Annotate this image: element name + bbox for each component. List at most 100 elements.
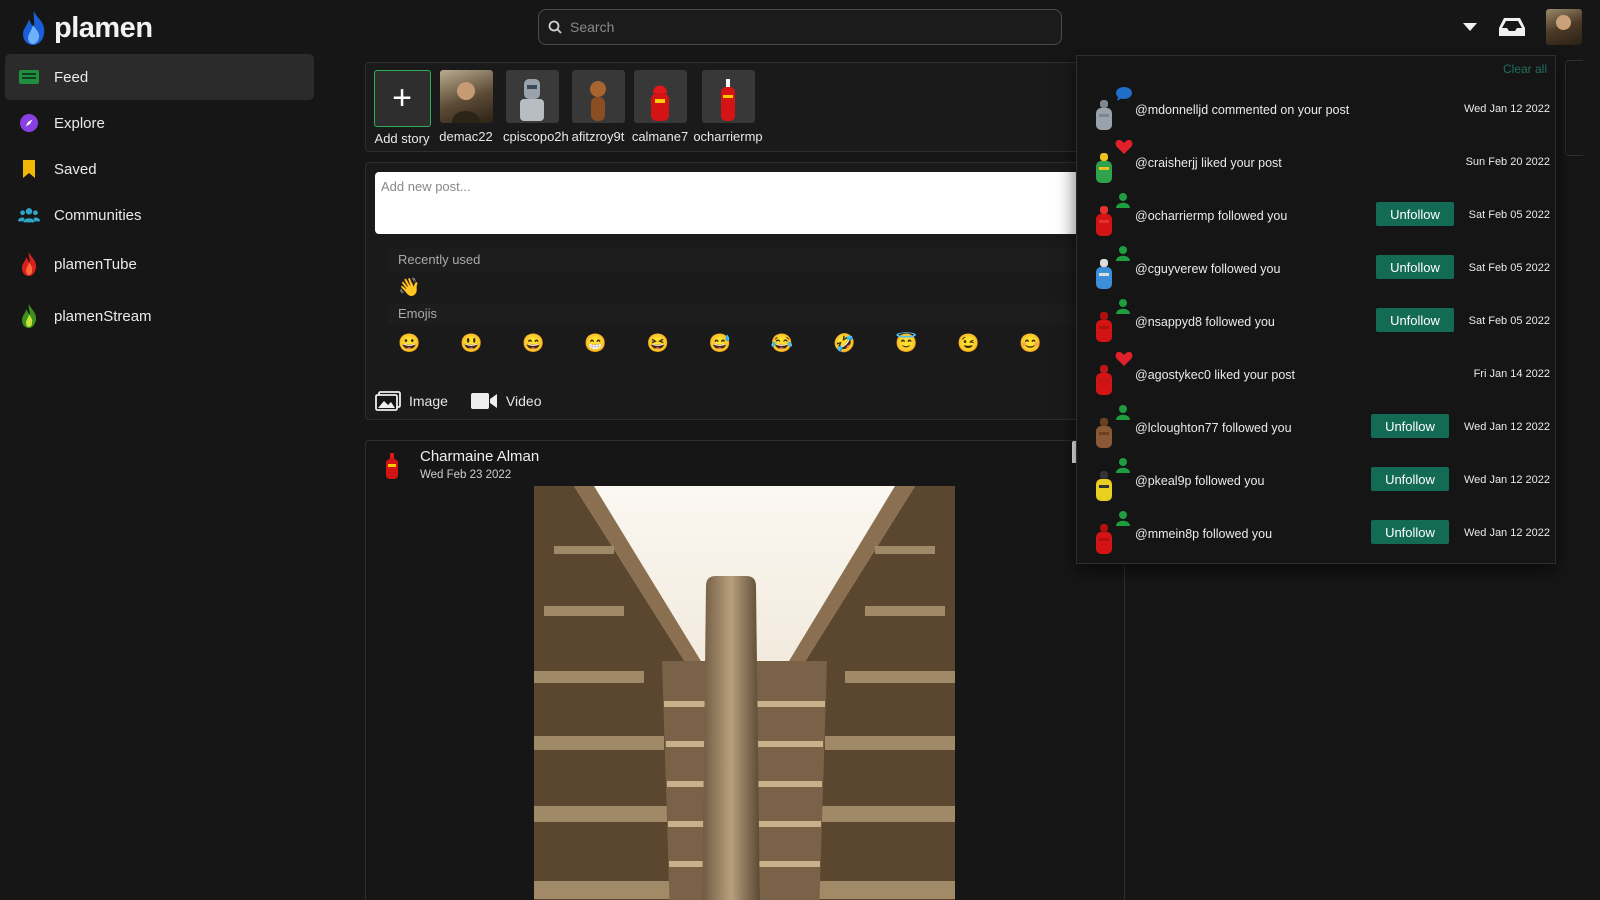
notification-item[interactable]: @agostykec0 liked your post Fri Jan 14 20… (1077, 349, 1555, 403)
story-label: cpiscopo2h (503, 129, 569, 144)
red-flame-icon (18, 252, 40, 276)
notification-item[interactable]: @mmein8p followed you Unfollow Wed Jan 12 … (1077, 508, 1555, 562)
right-panel-edge (1565, 60, 1583, 156)
sidebar-item-feed[interactable]: Feed (5, 54, 314, 100)
notification-item[interactable]: @craisherjj liked your post Sun Feb 20 20… (1077, 137, 1555, 191)
recently-used-heading: Recently used (388, 249, 1108, 271)
inbox-icon[interactable] (1498, 16, 1526, 38)
notification-avatar[interactable] (1091, 310, 1117, 344)
plus-icon: + (373, 70, 431, 127)
notification-item[interactable]: @nsappyd8 followed you Unfollow Sat Feb 05… (1077, 296, 1555, 350)
story-item[interactable]: demac22 (437, 70, 495, 144)
image-icon (375, 391, 401, 411)
heart-icon (1115, 139, 1133, 157)
emoji-button[interactable]: 😆 (647, 333, 669, 354)
story-item[interactable]: cpiscopo2h (503, 70, 569, 144)
emoji-button[interactable]: 😃 (460, 333, 482, 354)
add-image-button[interactable]: Image (375, 391, 448, 411)
notification-date: Wed Jan 12 2022 (1463, 527, 1550, 539)
add-story-button[interactable]: + Add story (371, 70, 433, 146)
add-video-button[interactable]: Video (470, 392, 541, 410)
sidebar-item-saved[interactable]: Saved (5, 146, 314, 192)
story-avatar (505, 70, 559, 123)
notification-avatar[interactable] (1091, 151, 1117, 185)
notification-avatar[interactable] (1091, 469, 1117, 503)
app-logo[interactable]: plamen (20, 6, 153, 50)
notification-date: Sat Feb 05 2022 (1468, 315, 1550, 327)
story-item[interactable]: ocharriermp (693, 70, 763, 144)
notification-item[interactable]: @mdonnelljd commented on your post Wed Ja… (1077, 84, 1555, 138)
post-date: Wed Feb 23 2022 (420, 469, 512, 481)
new-post-placeholder: Add new post... (381, 179, 471, 194)
notification-item[interactable]: @pkeal9p followed you Unfollow Wed Jan 12 … (1077, 455, 1555, 509)
unfollow-button[interactable]: Unfollow (1371, 520, 1449, 544)
user-avatar[interactable] (1546, 9, 1582, 45)
sidebar-item-communities[interactable]: Communities (5, 192, 314, 238)
follow-user-icon (1115, 192, 1133, 210)
feed-icon (18, 66, 40, 88)
story-avatar (571, 70, 625, 123)
notification-avatar[interactable] (1091, 522, 1117, 556)
chevron-down-icon[interactable] (1462, 22, 1478, 32)
post-author[interactable]: Charmaine Alman (420, 448, 539, 465)
communities-icon (18, 204, 40, 226)
notification-text: @agostykec0 liked your post (1135, 368, 1295, 382)
sidebar-item-label: Feed (54, 68, 89, 86)
follow-user-icon (1115, 298, 1133, 316)
sidebar-item-label: plamenTube (54, 255, 137, 273)
notification-date: Sat Feb 05 2022 (1468, 209, 1550, 221)
notification-item[interactable]: @cguyverew followed you Unfollow Sat Feb 0… (1077, 243, 1555, 297)
unfollow-button[interactable]: Unfollow (1376, 202, 1454, 226)
new-post-composer: Add new post... Recently used 👋 Emojis 😀… (365, 162, 1125, 420)
sidebar-item-plamentube[interactable]: plamenTube (5, 238, 314, 290)
emoji-button[interactable]: 😀 (398, 333, 420, 354)
follow-user-icon (1115, 245, 1133, 263)
unfollow-button[interactable]: Unfollow (1371, 414, 1449, 438)
unfollow-button[interactable]: Unfollow (1376, 308, 1454, 332)
emoji-button[interactable]: 👋 (398, 277, 420, 298)
post-image[interactable] (534, 486, 955, 900)
unfollow-button[interactable]: Unfollow (1376, 255, 1454, 279)
bookmark-icon (18, 158, 40, 180)
notification-item[interactable]: @lcloughton77 followed you Unfollow Wed Ja… (1077, 402, 1555, 456)
emoji-button[interactable]: 🤣 (833, 333, 855, 354)
clear-all-link[interactable]: Clear all (1503, 62, 1547, 76)
story-label: demac22 (439, 129, 493, 144)
story-label: Add story (374, 131, 430, 146)
emoji-button[interactable]: 😄 (522, 333, 544, 354)
video-icon (470, 393, 497, 409)
notification-text: @mmein8p followed you (1135, 527, 1273, 541)
notification-avatar[interactable] (1091, 98, 1117, 132)
search-box[interactable] (538, 9, 1062, 45)
notification-date: Sat Feb 05 2022 (1468, 262, 1550, 274)
notification-text: @mdonnelljd commented on your post (1135, 103, 1350, 117)
emoji-button[interactable]: 😂 (771, 333, 793, 354)
follow-user-icon (1115, 404, 1133, 422)
story-label: afitzroy9t (571, 129, 625, 144)
notification-text: @ocharriermp followed you (1135, 209, 1288, 223)
emoji-button[interactable]: 😁 (584, 333, 606, 354)
notification-text: @nsappyd8 followed you (1135, 315, 1275, 329)
emoji-button[interactable]: 😉 (957, 333, 979, 354)
search-input[interactable] (570, 19, 1030, 35)
sidebar-item-plamenstream[interactable]: plamenStream (5, 290, 314, 342)
story-item[interactable]: calmane7 (631, 70, 689, 144)
emoji-button[interactable]: 😇 (895, 333, 917, 354)
notification-avatar[interactable] (1091, 416, 1117, 450)
unfollow-button[interactable]: Unfollow (1371, 467, 1449, 491)
notification-date: Wed Jan 12 2022 (1463, 421, 1550, 433)
emoji-button[interactable]: 😅 (709, 333, 731, 354)
notification-avatar[interactable] (1091, 204, 1117, 238)
story-item[interactable]: afitzroy9t (569, 70, 627, 144)
notification-avatar[interactable] (1091, 257, 1117, 291)
new-post-input[interactable]: Add new post... (375, 172, 1115, 234)
follow-user-icon (1115, 457, 1133, 475)
sidebar-item-explore[interactable]: Explore (5, 100, 314, 146)
notification-item[interactable]: @ocharriermp followed you Unfollow Sat Feb… (1077, 190, 1555, 244)
story-label: calmane7 (631, 129, 689, 144)
emoji-button[interactable]: 😊 (1019, 333, 1041, 354)
author-avatar[interactable] (382, 452, 402, 482)
notification-avatar[interactable] (1091, 363, 1117, 397)
follow-user-icon (1115, 510, 1133, 528)
feed-post: Charmaine Alman Wed Feb 23 2022 (365, 440, 1125, 900)
